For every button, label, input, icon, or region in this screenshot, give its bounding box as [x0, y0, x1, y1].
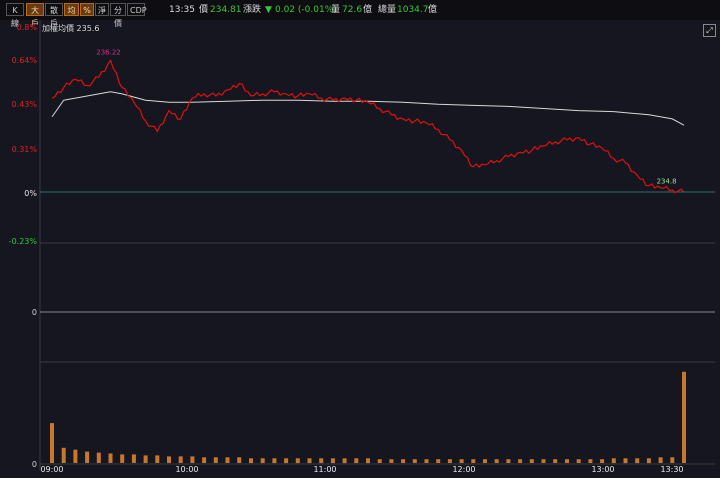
volume-bar	[108, 453, 113, 463]
volume-bar	[50, 423, 54, 463]
volume-bar	[96, 452, 101, 463]
volume-bar	[600, 459, 605, 463]
volume-bar	[658, 457, 663, 463]
x-tick-label: 13:00	[591, 465, 614, 474]
price-line	[51, 59, 685, 194]
x-tick-label: 11:00	[313, 465, 336, 474]
volume-bar	[506, 459, 511, 463]
volume-bar	[424, 459, 429, 463]
volume-bar	[377, 459, 382, 463]
volume-bar	[260, 458, 265, 464]
volume-bar	[436, 459, 441, 463]
volume-bar	[225, 457, 230, 463]
volume-bar	[682, 371, 686, 463]
x-tick-label: 10:00	[175, 465, 198, 474]
x-tick-label: 12:00	[452, 465, 475, 474]
mid-tick-label: 0	[32, 308, 37, 317]
volume-bar	[237, 457, 242, 463]
volume-bar	[401, 459, 406, 463]
volume-bar	[249, 458, 253, 464]
volume-bar	[155, 455, 160, 463]
y-tick-label: -0.23%	[9, 237, 38, 246]
volume-bar	[565, 459, 569, 463]
volume-bar	[541, 459, 546, 463]
volume-bar	[529, 459, 534, 463]
volume-bar	[518, 459, 523, 463]
volume-bar	[120, 454, 125, 463]
volume-bar	[623, 458, 628, 464]
last-price-label: 234.8	[657, 178, 677, 186]
intraday-chart-window: K線 大戶 散戶均% 淨分價 CDP 13:35 價 234.81 漲跌 ▼ 0.02 …	[0, 0, 720, 478]
volume-bar	[131, 454, 136, 463]
volume-bar	[471, 459, 476, 463]
volume-bar	[143, 455, 148, 463]
volume-bar	[73, 449, 78, 463]
volume-bar	[576, 459, 581, 463]
volume-bar	[178, 456, 183, 463]
volume-bar	[61, 447, 66, 463]
volume-bar	[319, 458, 324, 464]
volume-tick-label: 0	[32, 460, 37, 469]
volume-bar	[190, 456, 195, 463]
volume-bar	[284, 458, 289, 464]
volume-bar	[646, 458, 651, 464]
x-tick-label: 09:00	[40, 465, 63, 474]
volume-bar	[213, 457, 218, 463]
chart-svg: 0.8%0.64%0.43%0.31%0%-0.23%0009:00 10:00 1…	[9, 20, 715, 474]
volume-bar	[167, 456, 171, 463]
volume-bar	[553, 459, 558, 463]
volume-bar	[459, 459, 464, 463]
volume-bar	[611, 458, 616, 464]
volume-bar	[412, 459, 417, 463]
volume-bar	[483, 459, 487, 463]
volume-bar	[330, 458, 335, 464]
volume-bar	[354, 458, 359, 464]
y-tick-label: 0.8%	[17, 23, 38, 32]
y-tick-label: 0%	[24, 189, 37, 198]
volume-bar	[447, 459, 452, 463]
volume-bar	[389, 459, 394, 463]
y-tick-label: 0.64%	[12, 56, 38, 65]
volume-bar	[272, 458, 277, 464]
volume-bar	[588, 459, 593, 463]
volume-bar	[342, 458, 347, 464]
volume-bar	[202, 457, 207, 463]
volume-bar	[366, 458, 370, 464]
volume-bar	[85, 451, 90, 463]
max-price-label: 236.22	[96, 48, 121, 56]
volume-bar	[307, 458, 312, 464]
volume-bar	[494, 459, 499, 463]
avg-price-line	[51, 91, 685, 126]
x-tick-label: 13:30	[660, 465, 683, 474]
y-tick-label: 0.31%	[12, 145, 38, 154]
volume-bar	[295, 458, 300, 464]
volume-bar	[670, 457, 675, 463]
legend-avg-price: 加權均價 235.6	[42, 23, 99, 33]
y-tick-label: 0.43%	[12, 100, 38, 109]
volume-bar	[635, 458, 640, 464]
